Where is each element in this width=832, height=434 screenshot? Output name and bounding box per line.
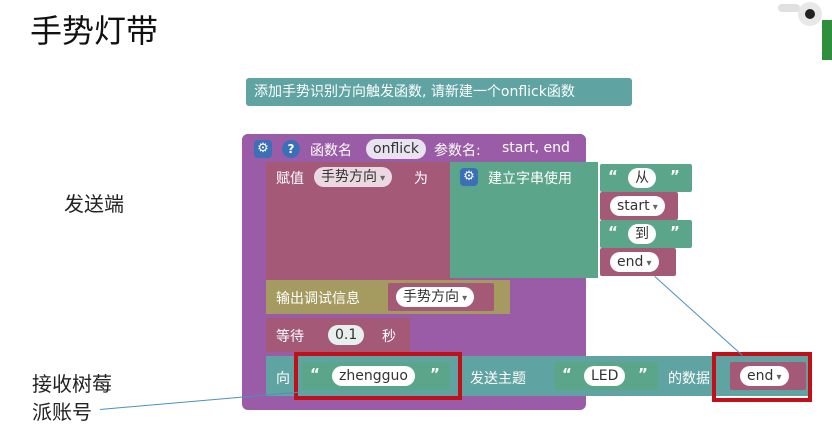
send-data-label: 的数据 — [668, 371, 710, 387]
assign-as-label: 为 — [414, 171, 428, 187]
topic-text-block[interactable]: “ LED ” — [554, 362, 658, 390]
receiver-label-line2: 派账号 — [32, 400, 92, 424]
send-topic-label: 发送主题 — [470, 371, 526, 387]
wait-block[interactable]: 等待 0.1 秒 — [266, 318, 410, 352]
var-item-end-dropdown[interactable]: end — [610, 252, 659, 272]
function-header: ⚙ ? 函数名 onflick 参数名: start, end — [242, 134, 586, 164]
comment-block[interactable]: 添加手势识别方向触发函数, 请新建一个onflick函数 — [246, 78, 632, 106]
function-name-field[interactable]: onflick — [366, 139, 426, 159]
robot-image — [768, 0, 832, 64]
assign-label: 赋值 — [276, 171, 304, 187]
end-pointer-line — [654, 276, 743, 356]
topic-value[interactable]: LED — [584, 366, 626, 386]
print-debug-label: 输出调试信息 — [276, 291, 360, 307]
var-item-end[interactable]: end — [600, 248, 676, 276]
assign-var-dropdown[interactable]: 手势方向 — [314, 167, 393, 187]
receiver-label-line1: 接收树莓 — [32, 372, 112, 396]
function-prefix: 函数名 — [310, 143, 352, 159]
text-item-to[interactable]: “ 到 ” — [600, 220, 692, 248]
assign-block[interactable]: 赋值 手势方向 为 — [266, 162, 452, 280]
wait-label: 等待 — [276, 329, 304, 345]
params-value: start, end — [502, 140, 570, 156]
data-highlight-box — [712, 352, 812, 402]
text-item-from[interactable]: “ 从 ” — [600, 164, 692, 192]
gear-icon[interactable]: ⚙ — [460, 168, 478, 186]
print-var-block[interactable]: 手势方向 — [388, 283, 494, 311]
print-var-dropdown[interactable]: 手势方向 — [396, 287, 475, 307]
string-join-label: 建立字串使用 — [488, 171, 572, 187]
page-title: 手势灯带 — [30, 12, 159, 50]
params-label: 参数名: — [434, 143, 481, 159]
var-item-start[interactable]: start — [600, 192, 678, 220]
wait-value-field[interactable]: 0.1 — [328, 325, 365, 345]
text-item-from-value[interactable]: 从 — [628, 168, 656, 188]
wait-unit: 秒 — [382, 329, 396, 345]
var-item-start-dropdown[interactable]: start — [610, 196, 665, 216]
comment-text: 添加手势识别方向触发函数, 请新建一个onflick函数 — [254, 84, 575, 100]
send-to-label: 向 — [276, 371, 290, 387]
account-highlight-box — [294, 352, 462, 400]
gear-icon[interactable]: ⚙ — [254, 140, 272, 158]
help-icon[interactable]: ? — [282, 140, 300, 158]
sender-label: 发送端 — [64, 192, 124, 216]
string-join-block[interactable]: ⚙ 建立字串使用 — [450, 162, 598, 278]
text-item-to-value[interactable]: 到 — [628, 224, 656, 244]
print-debug-block[interactable]: 输出调试信息 手势方向 — [266, 280, 510, 314]
